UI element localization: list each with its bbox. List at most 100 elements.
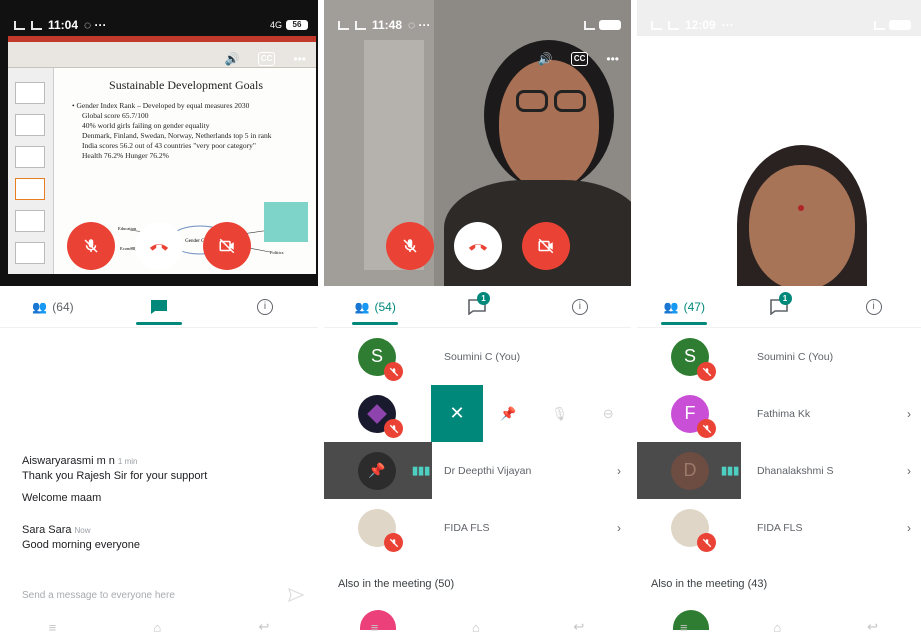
menu-icon[interactable]: ≡: [49, 620, 57, 635]
also-in-meeting-header: Also in the meeting (50): [338, 578, 455, 590]
slide-line: Denmark, Finland, Swedan, Norway, Nether…: [82, 131, 272, 140]
captions-icon[interactable]: CC: [257, 52, 276, 66]
slide-text: • Gender Index Rank – Developed by equal…: [72, 101, 312, 161]
signal-icon: [338, 20, 349, 30]
home-icon[interactable]: ⌂: [773, 620, 781, 635]
participant-name: Soumini C (You): [757, 350, 834, 363]
also-in-meeting-header: Also in the meeting (43): [651, 578, 768, 590]
participant-video: 11:48 ◌ ··· 🔊 CC •••: [324, 0, 631, 286]
android-nav-bar: ≡ ⌂ ↩: [0, 615, 318, 639]
tab-people[interactable]: 👥 (47): [637, 286, 732, 327]
participant-row[interactable]: F Fathima Kk ›: [637, 385, 921, 442]
status-time: 11:48: [372, 18, 403, 32]
speaker-icon[interactable]: 🔊: [225, 52, 240, 66]
mic-off-icon: [384, 533, 403, 552]
participant-row[interactable]: D ▮▮▮ Dhanalakshmi S ›: [637, 442, 921, 499]
speaker-icon[interactable]: 🔊: [538, 52, 553, 66]
notification-icon: ···: [721, 18, 734, 32]
mic-off-icon: [402, 239, 417, 253]
message-text: Thank you Rajesh Sir for your support: [22, 470, 208, 482]
call-controls: [324, 222, 631, 270]
mic-toggle-button[interactable]: [67, 222, 115, 270]
meet-screen-people-2: 12:09 ··· 👥 (47) 1 i S Soumini C (You) F F…: [637, 0, 921, 639]
mic-off-icon: [697, 362, 716, 381]
close-button[interactable]: ✕: [431, 385, 483, 442]
participant-list: S Soumini C (You) F Fathima Kk › D ▮▮▮ D…: [637, 328, 921, 556]
home-icon[interactable]: ⌂: [472, 620, 480, 635]
meeting-tabs: 👥 (64) i: [0, 286, 318, 328]
tab-people[interactable]: 👥 (54): [324, 286, 426, 327]
end-call-button[interactable]: [135, 222, 183, 270]
home-icon[interactable]: ⌂: [153, 620, 161, 635]
status-bar: 11:48 ◌ ···: [324, 14, 631, 36]
status-time: 11:04: [48, 18, 79, 32]
chevron-right-icon[interactable]: ›: [907, 464, 911, 478]
mic-toggle-button[interactable]: [385, 222, 434, 270]
message-composer[interactable]: Send a message to everyone here: [22, 588, 304, 602]
participant-row[interactable]: FIDA FLS ›: [324, 499, 631, 556]
more-icon[interactable]: •••: [293, 52, 306, 66]
captions-icon[interactable]: CC: [570, 52, 589, 66]
slide-line: 40% world girls failing on gender equali…: [82, 121, 210, 130]
meet-screen-chat: 11:04 ◌ ··· 4G 56 Sustainable Development …: [0, 0, 318, 639]
camera-toggle-button[interactable]: [203, 222, 251, 270]
end-call-button[interactable]: [453, 222, 502, 270]
close-icon: ✕: [449, 403, 465, 423]
mic-off-icon: [384, 419, 403, 438]
message-time: Now: [74, 526, 91, 535]
chevron-right-icon[interactable]: ›: [617, 464, 621, 478]
pin-icon[interactable]: 📌: [500, 406, 516, 422]
back-icon[interactable]: ↩: [258, 619, 269, 635]
remove-icon[interactable]: ⊖: [603, 406, 614, 422]
back-icon[interactable]: ↩: [867, 619, 878, 635]
menu-icon[interactable]: ≡: [371, 620, 379, 635]
people-count: (47): [683, 299, 705, 314]
camera-off-icon: [219, 238, 235, 254]
tab-chat[interactable]: 1: [732, 286, 827, 327]
tab-info[interactable]: i: [212, 286, 318, 327]
camera-toggle-button[interactable]: [521, 222, 570, 270]
android-nav-bar: ≡ ⌂ ↩: [324, 615, 631, 639]
send-icon[interactable]: [288, 588, 304, 602]
chevron-right-icon[interactable]: ›: [907, 521, 911, 535]
signal-icon: [668, 20, 679, 30]
tab-people[interactable]: 👥 (64): [0, 286, 106, 327]
participant-name: FIDA FLS: [757, 521, 803, 534]
tab-chat[interactable]: [106, 286, 212, 327]
chevron-right-icon[interactable]: ›: [907, 407, 911, 421]
participant-face: [749, 165, 855, 286]
people-count: (64): [52, 299, 74, 314]
end-call-icon: [149, 244, 169, 251]
slide-line: India scores 56.2 out of 43 countries "v…: [82, 141, 256, 150]
end-call-icon: [468, 244, 487, 251]
slide-line: • Gender Index Rank – Developed by equal…: [72, 101, 250, 110]
message-input[interactable]: Send a message to everyone here: [22, 590, 175, 601]
participant-row[interactable]: S Soumini C (You): [324, 328, 631, 385]
participant-name: Dhanalakshmi S: [757, 464, 834, 477]
slide-line: Global score 65.7/100: [82, 111, 149, 120]
mute-icon[interactable]: 🎙: [551, 406, 568, 422]
chevron-right-icon[interactable]: ›: [617, 521, 621, 535]
whatsapp-icon: ◌ ···: [408, 18, 431, 32]
participant-face: [499, 60, 599, 190]
participant-row[interactable]: ✕ 📌 🎙 ⊖: [324, 385, 631, 442]
mic-off-icon: [84, 239, 98, 253]
menu-icon[interactable]: ≡: [680, 620, 688, 635]
participant-row[interactable]: FIDA FLS ›: [637, 499, 921, 556]
participant-row[interactable]: S Soumini C (You): [637, 328, 921, 385]
tab-info[interactable]: i: [529, 286, 631, 327]
video-top-controls: 🔊 CC •••: [538, 52, 619, 66]
participant-row[interactable]: 📌 ▮▮▮ Dr Deepthi Vijayan ›: [324, 442, 631, 499]
video-top-controls: 🔊 CC •••: [225, 52, 306, 66]
battery-icon: 56: [286, 20, 308, 30]
meeting-tabs: 👥 (54) 1 i: [324, 286, 631, 328]
info-icon: i: [571, 298, 588, 315]
people-icon: 👥: [663, 299, 679, 314]
audio-level-icon: ▮▮▮: [721, 465, 740, 477]
more-icon[interactable]: •••: [606, 52, 619, 66]
slide-title: Sustainable Development Goals: [109, 78, 263, 92]
tab-chat[interactable]: 1: [426, 286, 528, 327]
tab-info[interactable]: i: [826, 286, 921, 327]
message-time: 1 min: [117, 457, 138, 466]
back-icon[interactable]: ↩: [573, 619, 584, 635]
